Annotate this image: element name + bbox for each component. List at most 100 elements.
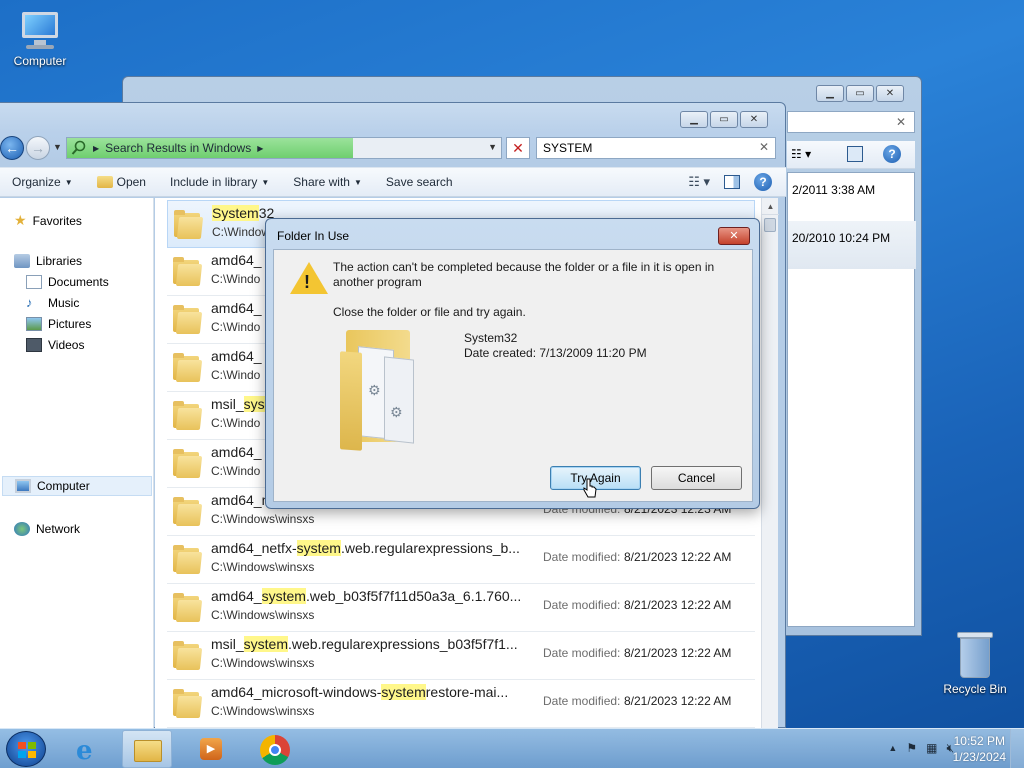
nav-label: Favorites [32,213,82,228]
include-in-library-button[interactable]: Include in library ▼ [158,175,281,189]
dialog-close-button[interactable]: ✕ [718,227,750,245]
chevron-down-icon: ▼ [64,177,73,187]
close-button[interactable]: ✕ [876,85,904,102]
minimize-button[interactable]: ▁ [680,111,708,128]
file-name-prefix: amd64_ [211,252,262,268]
system-clock[interactable]: 10:52 PM 1/23/2024 [953,733,1006,765]
address-bar[interactable]: ▶ Search Results in Windows ▶ ▼ [66,137,502,159]
chevron-right-icon[interactable]: ▶ [257,144,263,153]
open-button[interactable]: Open [85,175,158,189]
action-center-flag-icon[interactable]: ⚑ [906,741,917,756]
nav-label: Videos [48,338,85,352]
file-path: C:\Windows\winsxs [211,560,315,574]
save-search-button[interactable]: Save search [374,175,465,189]
folder-icon [173,352,203,382]
views-icon[interactable]: ☷ ▾ [791,147,811,161]
nav-item-videos[interactable]: Videos [26,338,84,352]
clear-search-icon[interactable]: ✕ [759,140,769,154]
taskbar-chrome[interactable] [250,730,300,768]
folder-icon [96,176,113,188]
back-arrow-icon[interactable]: ← [0,136,24,160]
videos-icon [26,338,42,352]
search-input[interactable]: SYSTEM ✕ [536,137,776,159]
help-icon[interactable]: ? [754,173,772,191]
windows-logo-icon [18,742,36,758]
breadcrumb-label[interactable]: Search Results in Windows [105,141,251,155]
stop-search-button[interactable]: ✕ [506,137,530,159]
nav-item-favorites[interactable]: ★ Favorites [14,212,82,229]
dialog-title: Folder In Use [277,229,350,243]
search-input[interactable]: ✕ [787,111,915,133]
computer-icon [18,10,62,50]
file-row[interactable]: amd64_microsoft-windows-systemrestore-ma… [167,680,755,728]
file-name-suffix: .web.regularexpressions_b... [340,540,520,556]
file-row[interactable]: amd64_netfx-system.web.regularexpression… [167,536,755,584]
nav-item-computer[interactable]: Computer [2,476,152,496]
pictures-icon [26,317,42,331]
nav-item-network[interactable]: Network [14,522,80,536]
search-input-value: SYSTEM [543,141,593,155]
navigation-pane: ★ Favorites Libraries Documents ♪ Music … [0,198,154,729]
folder-icon [173,256,203,286]
taskbar-internet-explorer[interactable]: e [64,730,114,768]
network-icon[interactable]: ▦ [926,741,937,756]
preview-pane-icon[interactable] [847,146,863,162]
recent-pages-dropdown-icon[interactable]: ▼ [53,142,62,152]
views-icon[interactable]: ☷ ▾ [688,174,710,190]
taskbar-windows-explorer[interactable] [122,730,172,768]
cancel-button[interactable]: Cancel [651,466,742,490]
file-name: System32 [212,205,274,221]
libraries-icon [14,254,30,268]
nav-item-music[interactable]: ♪ Music [26,296,79,311]
file-row[interactable]: msil_system.web.regularexpressions_b03f5… [167,632,755,680]
nav-label: Computer [37,479,90,493]
nav-label: Libraries [36,254,83,268]
documents-icon [26,275,42,289]
clear-search-icon[interactable]: ✕ [896,115,906,129]
date-modified: 8/21/2023 12:22 AM [624,646,732,660]
list-item[interactable]: 2/2011 3:38 AM [788,173,916,221]
window-controls: ▁ ▭ ✕ [816,85,904,102]
search-match-highlight: system [296,540,341,556]
maximize-button[interactable]: ▭ [710,111,738,128]
show-hidden-icons-icon[interactable]: ▲ [888,741,897,756]
nav-item-documents[interactable]: Documents [26,275,109,289]
date-modified: 2/2011 3:38 AM [792,183,876,197]
date-modified: 20/2010 10:24 PM [792,231,891,245]
vertical-scrollbar[interactable]: ▲ [761,198,779,729]
chevron-down-icon[interactable]: ▼ [488,142,497,152]
scroll-thumb[interactable] [764,218,776,232]
dialog-message: The action can't be completed because th… [333,260,715,289]
exclamation-icon: ! [304,272,310,292]
clock-date: 1/23/2024 [952,750,1006,764]
command-bar: Organize ▼ Open Include in library ▼ Share… [0,167,786,197]
organize-button[interactable]: Organize ▼ [0,175,85,189]
item-name: System32 [464,331,518,345]
chevron-right-icon: ▶ [93,143,100,153]
minimize-button[interactable]: ▁ [816,85,844,102]
share-with-button[interactable]: Share with ▼ [281,175,374,189]
desktop-icon-recycle-bin[interactable]: Recycle Bin [935,632,1015,696]
file-path: C:\Windows\winsxs [211,512,315,526]
file-name-prefix: amd64_microsoft-windows- [211,684,382,700]
nav-item-pictures[interactable]: Pictures [26,317,91,331]
scroll-up-icon[interactable]: ▲ [762,198,779,215]
file-row[interactable]: amd64_system.web_b03f5f7f11d50a3a_6.1.76… [167,584,755,632]
show-desktop-button[interactable] [1010,729,1024,768]
help-icon[interactable]: ? [883,145,901,163]
maximize-button[interactable]: ▭ [846,85,874,102]
forward-arrow-icon[interactable]: → [26,136,50,160]
close-button[interactable]: ✕ [740,111,768,128]
folder-icon [173,544,203,574]
desktop-icon-computer[interactable]: Computer [0,10,80,68]
search-match-highlight: sys [243,396,265,412]
start-button[interactable] [6,731,46,767]
system-folder-icon: ⚙ ⚙ [340,330,430,451]
folder-icon [173,400,203,430]
nav-item-libraries[interactable]: Libraries [14,254,82,268]
dialog-body: ! The action can't be completed because … [273,249,753,502]
list-item[interactable]: 20/2010 10:24 PM [788,221,916,269]
search-icon [71,140,86,155]
preview-pane-icon[interactable] [724,175,740,189]
taskbar-media-player[interactable]: ▶ [186,730,236,768]
